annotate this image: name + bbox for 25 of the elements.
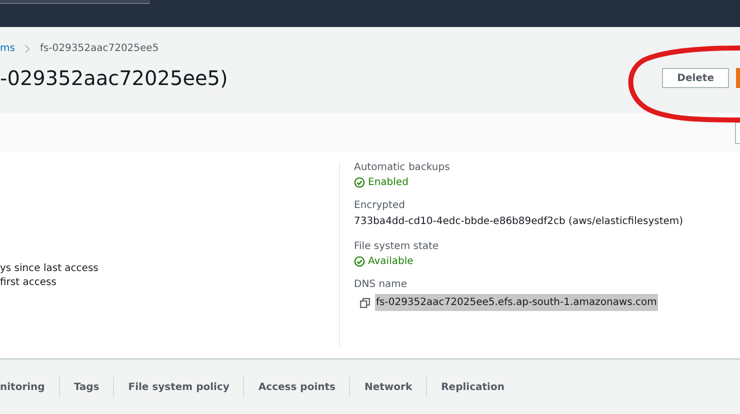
page-title: -029352aac72025ee5) — [0, 66, 228, 90]
detail-label: DNS name — [354, 279, 408, 290]
tab[interactable]: nitoring — [0, 377, 59, 397]
chevron-icon — [24, 44, 30, 52]
check-circle-icon — [354, 256, 365, 267]
tab[interactable]: Access points — [243, 377, 350, 397]
detail-label: File system state — [354, 241, 440, 252]
detail-value: 733ba4dd-cd10-4edc-bbde-e86b89edf2cb (aws/elasticfilesystem) — [354, 215, 684, 229]
tab[interactable]: File system policy — [113, 377, 244, 397]
check-circle-icon — [354, 177, 365, 188]
breadcrumb-link[interactable]: ms — [0, 43, 15, 54]
status-text: Enabled — [354, 177, 740, 188]
detail-text: ys since last access — [0, 262, 100, 276]
delete-button[interactable]: Delete — [662, 68, 729, 88]
tab[interactable]: Replication — [426, 377, 518, 397]
tab[interactable]: Tags — [58, 377, 114, 397]
detail-text: first access — [0, 276, 58, 290]
copy-icon[interactable] — [360, 298, 370, 308]
tab[interactable]: Network — [349, 377, 426, 397]
detail-label: Encrypted — [354, 200, 406, 211]
dns-name-text: fs-029352aac72025ee5.efs.ap-south-1.amazonaws.com — [375, 294, 658, 311]
breadcrumb-text: fs-029352aac72025ee5 — [40, 43, 159, 54]
status-text: Available — [354, 256, 740, 267]
detail-label: Automatic backups — [354, 162, 451, 173]
partial-button[interactable] — [735, 122, 740, 144]
